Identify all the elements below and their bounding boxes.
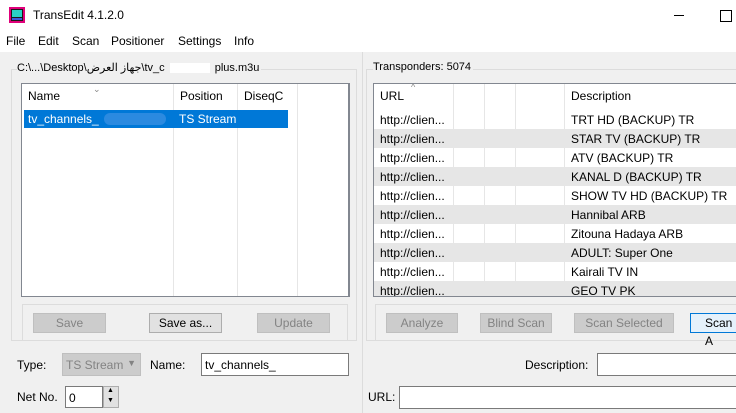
table-row[interactable]: http://clien... GEO TV PK [374,281,736,297]
table-row[interactable]: http://clien... ATV (BACKUP) TR [374,148,736,167]
column-header-position[interactable]: Position [174,84,238,109]
net-no-input[interactable]: 0 [65,386,103,408]
table-row[interactable]: http://clien... Zitouna Hadaya ARB [374,224,736,243]
file-path-label: C:\...\Desktop\جهاز العرض\tv_c plus.m3u [17,61,262,74]
blind-scan-button[interactable]: Blind Scan [480,313,552,333]
file-path-text: C:\...\Desktop\جهاز العرض\tv_c [17,62,165,74]
menu-info[interactable]: Info [234,34,254,48]
maximize-button[interactable] [714,4,736,26]
row-url: http://clien... [380,113,445,127]
redacted-region [169,63,210,74]
row-url: http://clien... [380,170,445,184]
table-row[interactable]: http://clien... ADULT: Super One [374,243,736,262]
update-button[interactable]: Update [257,313,330,333]
menu-scan[interactable]: Scan [72,34,99,48]
sort-indicator-icon: ^ [411,83,416,92]
scan-selected-button[interactable]: Scan Selected [574,313,674,333]
row-url: http://clien... [380,265,445,279]
panel-splitter[interactable] [362,52,363,413]
row-url: http://clien... [380,189,445,203]
row-description: SHOW TV HD (BACKUP) TR [571,189,728,203]
column-divider [297,84,298,296]
menu-bar: File Edit Scan Positioner Settings Info [0,31,736,52]
menu-settings[interactable]: Settings [178,34,221,48]
app-logo-icon [9,7,25,23]
transponder-list[interactable]: URL ^ Description http://clien... TRT HD … [373,83,736,297]
row-description: Hannibal ARB [571,208,646,222]
table-row[interactable]: http://clien... SHOW TV HD (BACKUP) TR [374,186,736,205]
menu-file[interactable]: File [6,34,25,48]
row-description: KANAL D (BACKUP) TR [571,170,702,184]
column-header-diseqc[interactable]: DiseqC [238,84,298,109]
file-path-suffix: plus.m3u [214,62,260,74]
row-description: ADULT: Super One [571,246,673,260]
row-description: STAR TV (BACKUP) TR [571,132,701,146]
save-as-button[interactable]: Save as... [149,313,222,333]
row-url: http://clien... [380,227,445,241]
url-input[interactable] [399,386,736,409]
type-label: Type: [17,358,47,372]
save-button[interactable]: Save [33,313,106,333]
net-no-value: 0 [69,391,76,405]
stepper-up-icon[interactable]: ▲ [107,387,114,394]
net-no-label: Net No. [17,390,58,404]
column-header-description[interactable]: Description [565,84,736,109]
transponders-count-label: Transponders: 5074 [373,61,474,73]
row-url: http://clien... [380,132,445,146]
file-list[interactable]: Name Position DiseqC ⌄ tv_channels_ TS S… [21,83,349,297]
list-border [349,83,350,297]
table-row[interactable]: http://clien... TRT HD (BACKUP) TR [374,110,736,129]
table-row[interactable]: http://clien... Hannibal ARB [374,205,736,224]
description-input[interactable] [597,353,736,376]
row-description: Kairali TV IN [571,265,639,279]
row-url: http://clien... [380,208,445,222]
scan-all-button[interactable]: Scan A [690,313,736,348]
minimize-button[interactable] [668,4,690,26]
description-label: Description: [525,358,589,372]
chevron-down-icon: ▼ [127,358,136,368]
table-row[interactable]: http://clien... STAR TV (BACKUP) TR [374,129,736,148]
analyze-button[interactable]: Analyze [386,313,458,333]
row-description: Zitouna Hadaya ARB [571,227,684,241]
list-item-selected[interactable]: tv_channels_ TS Stream [24,110,288,128]
item-name: tv_channels_ [28,112,99,126]
row-description: TRT HD (BACKUP) TR [571,113,695,127]
name-label: Name: [150,358,186,372]
row-url: http://clien... [380,284,445,297]
menu-positioner[interactable]: Positioner [111,34,164,48]
url-label: URL: [368,390,396,404]
net-no-stepper[interactable]: ▲ ▼ [103,386,119,408]
name-input-value: tv_channels_ [205,358,276,372]
row-description: GEO TV PK [571,284,636,297]
stepper-down-icon[interactable]: ▼ [107,397,114,404]
row-url: http://clien... [380,151,445,165]
row-description: ATV (BACKUP) TR [571,151,674,165]
sort-indicator-icon: ⌄ [93,84,101,94]
row-url: http://clien... [380,246,445,260]
menu-edit[interactable]: Edit [38,34,59,48]
item-position: TS Stream [179,112,237,126]
redacted-region [104,113,166,125]
table-row[interactable]: http://clien... KANAL D (BACKUP) TR [374,167,736,186]
type-select[interactable]: TS Stream ▼ [62,353,141,376]
name-input[interactable]: tv_channels_ [201,353,349,376]
table-row[interactable]: http://clien... Kairali TV IN [374,262,736,281]
type-value: TS Stream [66,358,124,372]
window-title: TransEdit 4.1.2.0 [33,8,124,22]
